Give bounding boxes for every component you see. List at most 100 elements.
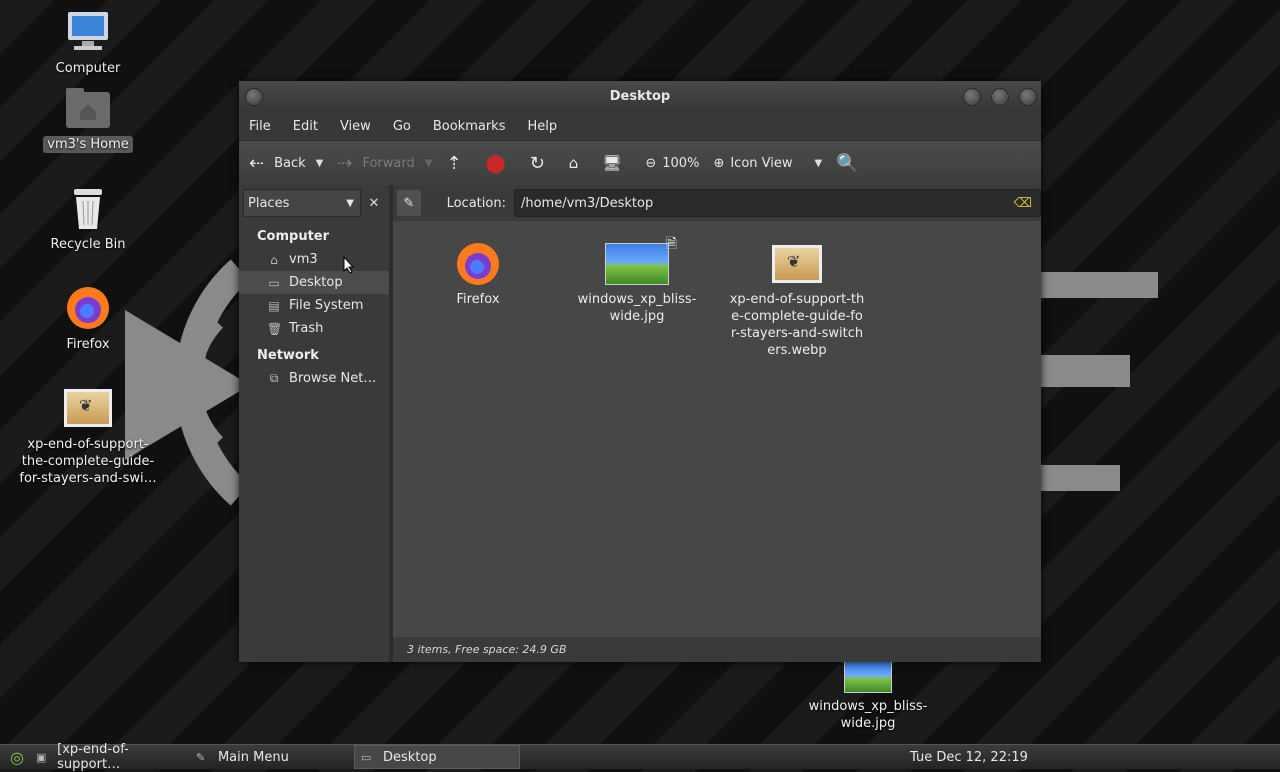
file-item-bliss[interactable]: 🗎 windows_xp_bliss-wide.jpg xyxy=(567,236,707,325)
sidebar-item-desktop[interactable]: ▭ Desktop xyxy=(239,271,389,294)
location-value: /home/vm3/Desktop xyxy=(520,195,654,211)
image-file-icon xyxy=(844,660,892,694)
desktop-icon-bliss[interactable]: windows_xp_bliss-wide.jpg xyxy=(793,660,943,732)
location-input[interactable]: /home/vm3/Desktop ⌫ xyxy=(513,189,1041,217)
clear-icon[interactable]: ⌫ xyxy=(1014,196,1032,211)
search-icon: 🔍 xyxy=(836,152,859,174)
task-desktop[interactable]: ▭ Desktop xyxy=(353,745,520,769)
start-menu-button[interactable]: ◎ xyxy=(0,746,30,768)
sidebar-item-trash[interactable]: 🗑 Trash xyxy=(239,317,389,340)
menu-bar: File Edit View Go Bookmarks Help xyxy=(239,112,1041,140)
home-folder-icon xyxy=(64,84,112,132)
maximize-button[interactable] xyxy=(991,88,1009,106)
document-icon: 🗎 xyxy=(665,236,677,252)
network-icon: ⧉ xyxy=(269,371,279,385)
trash-icon xyxy=(64,184,112,232)
close-button[interactable] xyxy=(1019,88,1037,106)
window-title: Desktop xyxy=(609,89,671,104)
image-file-icon: 🗎 xyxy=(605,236,677,289)
places-dropdown[interactable]: Places ▼ xyxy=(243,189,361,217)
sidebar-item-vm3[interactable]: ⌂ vm3 xyxy=(239,248,389,271)
sidebar-section-computer: Computer xyxy=(257,229,330,244)
image-file-icon xyxy=(765,239,829,289)
desktop-icon-label: Recycle Bin xyxy=(50,237,126,252)
arrow-up-icon: ⇡ xyxy=(446,152,462,174)
clock[interactable]: Tue Dec 12, 22:19 xyxy=(910,750,1028,765)
desktop-icon-firefox[interactable]: Firefox xyxy=(13,284,163,353)
places-label: Places xyxy=(248,195,290,211)
zoom-out-button[interactable]: ⊖ 100% xyxy=(645,156,699,171)
menu-view[interactable]: View xyxy=(340,119,371,134)
view-mode-label[interactable]: Icon View xyxy=(730,156,792,171)
back-button[interactable]: ⇠ Back ▼ xyxy=(249,153,323,174)
drive-icon: ▤ xyxy=(268,298,280,313)
back-label: Back xyxy=(274,155,306,171)
forward-button[interactable]: ⇢ Forward ▼ xyxy=(337,153,432,174)
file-item-firefox[interactable]: Firefox xyxy=(408,239,548,308)
sidebar-item-label: Desktop xyxy=(289,275,343,290)
computer-button[interactable]: 🖥 xyxy=(602,154,631,172)
status-bar: 3 items, Free space: 24.9 GB xyxy=(393,637,1041,662)
task-main-menu[interactable]: ✎ Main Menu xyxy=(190,746,354,768)
home-icon: ⌂ xyxy=(270,252,278,267)
forward-label: Forward xyxy=(362,155,415,171)
image-file-icon xyxy=(64,384,112,432)
menu-edit[interactable]: Edit xyxy=(293,119,318,134)
sidebar-item-label: vm3 xyxy=(289,252,318,267)
menu-file[interactable]: File xyxy=(249,119,271,134)
home-button[interactable]: ⌂ xyxy=(569,154,589,172)
places-bar: Places ▼ ✕ xyxy=(243,189,385,217)
desktop-icon-home[interactable]: vm3's Home xyxy=(13,84,163,153)
close-sidebar-button[interactable]: ✕ xyxy=(363,190,385,216)
chevron-down-icon[interactable]: ▼ xyxy=(815,158,823,169)
sidebar-item-file-system[interactable]: ▤ File System xyxy=(239,294,389,317)
start-icon: ◎ xyxy=(10,747,24,767)
toolbar: ⇠ Back ▼ ⇢ Forward ▼ ⇡ ⬤ ↻ ⌂ 🖥 ⊖ 100% ⊕ … xyxy=(239,140,1041,186)
desktop-icon-xp-image[interactable]: xp-end-of-support-the-complete-guide-for… xyxy=(13,384,163,487)
mouse-cursor xyxy=(343,256,355,274)
desktop-icon-label: Computer xyxy=(55,61,121,76)
zoom-in-button[interactable]: ⊕ Icon View ▼ xyxy=(713,156,822,171)
arrow-right-icon: ⇢ xyxy=(337,152,353,174)
zoom-level: 100% xyxy=(662,155,700,171)
title-bar[interactable]: Desktop xyxy=(239,81,1041,112)
desktop-icon-computer[interactable]: Computer xyxy=(13,8,163,77)
folder-icon: ▭ xyxy=(360,750,372,764)
task-image-viewer[interactable]: ▣ [xp-end-of-support… xyxy=(30,742,190,772)
home-icon: ⌂ xyxy=(568,154,579,172)
chevron-down-icon[interactable]: ▼ xyxy=(316,158,324,169)
file-item-label: xp-end-of-support-the-complete-guide-for… xyxy=(729,292,865,358)
stop-button[interactable]: ⬤ xyxy=(486,153,516,174)
desktop-icon-label: Firefox xyxy=(66,337,110,352)
window-menu-button[interactable] xyxy=(245,88,263,106)
taskbar: ◎ ▣ [xp-end-of-support… ✎ Main Menu ▭ De… xyxy=(0,742,1280,772)
zoom-out-icon: ⊖ xyxy=(645,155,657,171)
desktop-icon-label: xp-end-of-support-the-complete-guide-for… xyxy=(19,437,157,486)
file-view[interactable]: Firefox 🗎 windows_xp_bliss-wide.jpg xp-e… xyxy=(393,221,1041,637)
location-bar: ✎ Location: /home/vm3/Desktop ⌫ xyxy=(393,185,1041,221)
chevron-down-icon[interactable]: ▼ xyxy=(425,158,433,169)
sidebar-item-browse-network[interactable]: ⧉ Browse Net… xyxy=(239,367,389,390)
file-manager-window: Desktop File Edit View Go Bookmarks Help… xyxy=(239,81,1041,662)
location-label: Location: xyxy=(446,195,506,211)
menu-bookmarks[interactable]: Bookmarks xyxy=(433,119,506,134)
desktop-icon-recycle-bin[interactable]: Recycle Bin xyxy=(13,184,163,253)
firefox-icon xyxy=(446,239,510,289)
zoom-in-icon: ⊕ xyxy=(713,155,725,171)
stop-icon: ⬤ xyxy=(485,152,506,174)
reload-icon: ↻ xyxy=(529,152,545,174)
pencil-icon: ✎ xyxy=(403,195,415,211)
reload-button[interactable]: ↻ xyxy=(530,153,555,174)
toggle-location-button[interactable]: ✎ xyxy=(397,190,421,216)
search-button[interactable]: 🔍 xyxy=(836,153,868,174)
desktop-icon-label: vm3's Home xyxy=(43,136,133,153)
computer-icon xyxy=(64,8,112,56)
up-button[interactable]: ⇡ xyxy=(446,153,471,174)
menu-help[interactable]: Help xyxy=(527,119,557,134)
menu-go[interactable]: Go xyxy=(393,119,411,134)
sidebar-item-label: File System xyxy=(289,298,364,313)
file-item-label: windows_xp_bliss-wide.jpg xyxy=(577,292,697,324)
file-item-xp-image[interactable]: xp-end-of-support-the-complete-guide-for… xyxy=(727,239,867,359)
minimize-button[interactable] xyxy=(963,88,981,106)
task-label: Main Menu xyxy=(217,749,289,765)
